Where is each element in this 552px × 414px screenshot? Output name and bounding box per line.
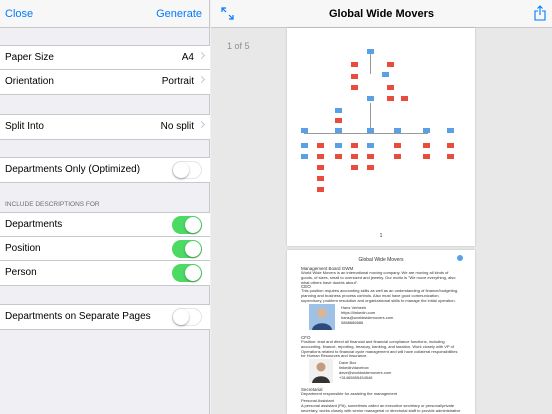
cfo-avatar: [309, 359, 333, 383]
person-label: Person: [5, 267, 37, 278]
preview-page-2[interactable]: Global Wide Movers Management Board GWM …: [287, 250, 475, 414]
ceo-phone: 0868686686: [341, 320, 364, 325]
departments-only-toggle[interactable]: [172, 161, 202, 179]
orientation-value: Portrait: [161, 76, 194, 87]
orientation-row[interactable]: Orientation Portrait: [0, 70, 210, 94]
chevron-right-icon: [197, 51, 206, 60]
chevron-right-icon: [197, 120, 206, 129]
departments-label: Departments: [5, 219, 63, 230]
chevron-right-icon: [197, 75, 206, 84]
departments-toggle[interactable]: [172, 216, 202, 234]
departments-row: Departments: [0, 213, 210, 237]
settings-navbar: Close Generate: [0, 0, 209, 28]
paper-size-value: A4: [181, 52, 194, 63]
page2-title: Global Wide Movers: [358, 257, 404, 263]
person-row: Person: [0, 261, 210, 285]
person-toggle[interactable]: [172, 264, 202, 282]
close-button[interactable]: Close: [5, 8, 33, 20]
orientation-label: Orientation: [5, 76, 54, 87]
ceo-avatar: [309, 304, 335, 330]
cfo-description: Position: lead and direct all financial …: [301, 339, 458, 359]
split-into-value: No split: [160, 121, 194, 132]
departments-only-group: Departments Only (Optimized): [0, 157, 210, 183]
position-toggle[interactable]: [172, 240, 202, 258]
share-icon[interactable]: [534, 5, 546, 21]
split-group: Split Into No split: [0, 114, 210, 140]
include-descriptions-header: INCLUDE DESCRIPTIONS FOR: [5, 201, 100, 208]
pa-description: A personal assistant (PA), sometimes cal…: [301, 403, 461, 413]
separate-pages-group: Departments on Separate Pages: [0, 304, 210, 330]
page-indicator: 1 of 5: [227, 41, 250, 51]
position-row: Position: [0, 237, 210, 261]
separate-pages-label: Departments on Separate Pages: [5, 311, 151, 322]
secretarial-description: Department responsible for assisting the…: [301, 391, 398, 396]
paper-size-row[interactable]: Paper Size A4: [0, 46, 210, 70]
descriptions-group: Departments Position Person: [0, 212, 210, 286]
preview-panel: Global Wide Movers 1 of 5 1 Global Wide …: [211, 0, 552, 414]
page-number: 1: [379, 233, 383, 239]
position-label: Position: [5, 243, 41, 254]
ceo-description: This position requires accounting skills…: [301, 288, 459, 303]
settings-panel: Close Generate Paper Size A4 Orientation…: [0, 0, 210, 414]
preview-title: Global Wide Movers: [328, 8, 435, 20]
preview-page-1[interactable]: 1: [287, 28, 475, 246]
globe-icon: [457, 255, 463, 261]
intro-text: World Wide Movers is an international mo…: [301, 270, 456, 285]
paper-size-label: Paper Size: [5, 52, 54, 63]
split-into-label: Split Into: [5, 121, 44, 132]
preview-navbar: Global Wide Movers: [211, 0, 552, 28]
separate-pages-row: Departments on Separate Pages: [0, 305, 210, 329]
departments-only-label: Departments Only (Optimized): [5, 164, 141, 175]
org-chart: [287, 28, 475, 228]
separate-pages-toggle[interactable]: [172, 308, 202, 326]
split-into-row[interactable]: Split Into No split: [0, 115, 210, 139]
generate-button[interactable]: Generate: [156, 8, 202, 20]
departments-only-row: Departments Only (Optimized): [0, 158, 210, 182]
cfo-phone: +31465655454546: [339, 375, 373, 380]
page-setup-group: Paper Size A4 Orientation Portrait: [0, 45, 210, 95]
